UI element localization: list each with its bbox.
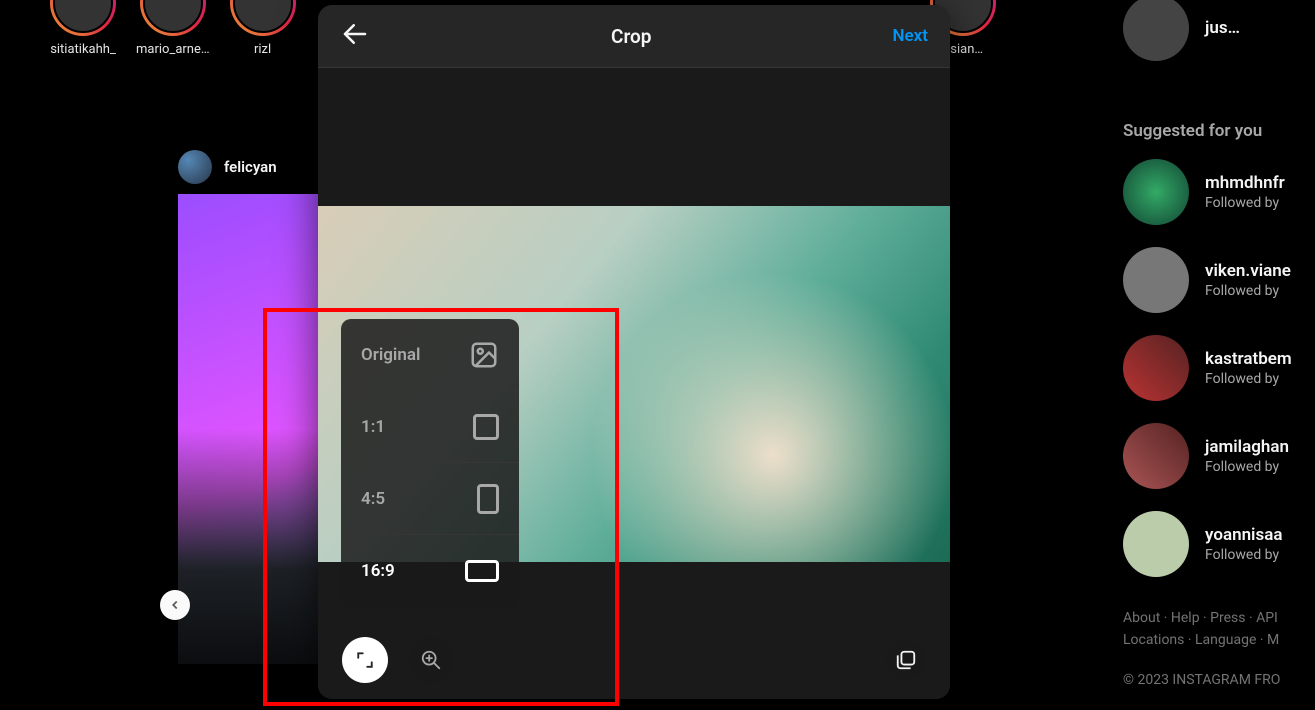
crop-option-label: Original — [361, 345, 420, 365]
crop-ratio-button[interactable] — [342, 637, 388, 683]
story-item[interactable]: sitiatikahh_ — [50, 0, 116, 57]
story-avatar-ring — [50, 0, 116, 36]
suggested-meta: Followed by — [1205, 547, 1282, 563]
story-username: rizl — [254, 42, 271, 57]
avatar — [1123, 159, 1189, 225]
modal-title: Crop — [611, 25, 651, 48]
suggested-user[interactable]: mhmdhnfr Followed by — [1123, 159, 1315, 225]
suggested-meta: Followed by — [1205, 459, 1289, 475]
crop-option-original[interactable]: Original — [341, 319, 519, 391]
stories-tray: sitiatikahh_ mario_arne… rizl — [50, 0, 296, 57]
expand-icon — [356, 651, 374, 669]
story-item[interactable]: rizl — [230, 0, 296, 57]
post-author-avatar[interactable] — [178, 150, 212, 184]
next-button[interactable]: Next — [893, 26, 929, 46]
modal-header: Crop Next — [318, 5, 950, 68]
suggested-title: Suggested for you — [1123, 121, 1315, 141]
current-user-avatar[interactable] — [1123, 0, 1189, 61]
crop-option-label: 4:5 — [361, 489, 385, 509]
copyright: © 2023 INSTAGRAM FRO — [1123, 669, 1315, 691]
ratio-4-5-icon — [477, 484, 499, 514]
suggested-username: mhmdhnfr — [1205, 173, 1285, 193]
story-item[interactable]: mario_arne… — [136, 0, 210, 57]
story-avatar-ring — [140, 0, 206, 36]
footer-line[interactable]: Locations · Language · M — [1123, 629, 1315, 651]
suggested-user[interactable]: viken.viane Followed by — [1123, 247, 1315, 313]
crop-option-16-9[interactable]: 16:9 — [341, 535, 519, 607]
current-user-name[interactable]: jus… — [1205, 18, 1240, 38]
zoom-button[interactable] — [408, 637, 454, 683]
story-username: sitiatikahh_ — [50, 42, 116, 57]
footer-line[interactable]: About · Help · Press · API — [1123, 607, 1315, 629]
avatar — [1123, 247, 1189, 313]
suggested-user[interactable]: kastratbem Followed by — [1123, 335, 1315, 401]
right-sidebar: jus… Suggested for you mhmdhnfr Followed… — [1123, 0, 1315, 691]
suggested-username: viken.viane — [1205, 261, 1291, 281]
gallery-button[interactable] — [886, 640, 926, 680]
crop-option-1-1[interactable]: 1:1 — [341, 391, 519, 463]
post-author-username[interactable]: felicyan — [224, 158, 277, 176]
suggested-username: jamilaghan — [1205, 437, 1289, 457]
suggested-username: kastratbem — [1205, 349, 1292, 369]
suggested-user[interactable]: jamilaghan Followed by — [1123, 423, 1315, 489]
crop-controls — [318, 621, 950, 699]
arrow-left-icon — [340, 19, 370, 49]
gallery-icon — [895, 649, 917, 671]
suggested-username: yoannisaa — [1205, 525, 1282, 545]
story-username: mario_arne… — [136, 42, 210, 57]
crop-option-label: 16:9 — [361, 561, 395, 581]
avatar — [1123, 423, 1189, 489]
footer-links: About · Help · Press · API Locations · L… — [1123, 607, 1315, 691]
zoom-in-icon — [420, 649, 442, 671]
suggested-meta: Followed by — [1205, 371, 1292, 387]
crop-modal: Crop Next Original 1:1 4:5 16:9 — [318, 5, 950, 699]
crop-ratio-popover: Original 1:1 4:5 16:9 — [341, 319, 519, 607]
suggested-user[interactable]: yoannisaa Followed by — [1123, 511, 1315, 577]
back-button[interactable] — [340, 19, 370, 53]
crop-canvas[interactable]: Original 1:1 4:5 16:9 — [318, 68, 950, 699]
story-avatar-ring — [230, 0, 296, 36]
image-icon — [469, 340, 499, 370]
suggested-meta: Followed by — [1205, 195, 1285, 211]
avatar — [1123, 511, 1189, 577]
ratio-16-9-icon — [465, 560, 499, 582]
crop-option-label: 1:1 — [361, 417, 385, 437]
avatar — [1123, 335, 1189, 401]
post-prev-button[interactable] — [160, 590, 190, 620]
suggested-meta: Followed by — [1205, 283, 1291, 299]
crop-option-4-5[interactable]: 4:5 — [341, 463, 519, 535]
ratio-1-1-icon — [473, 414, 499, 440]
